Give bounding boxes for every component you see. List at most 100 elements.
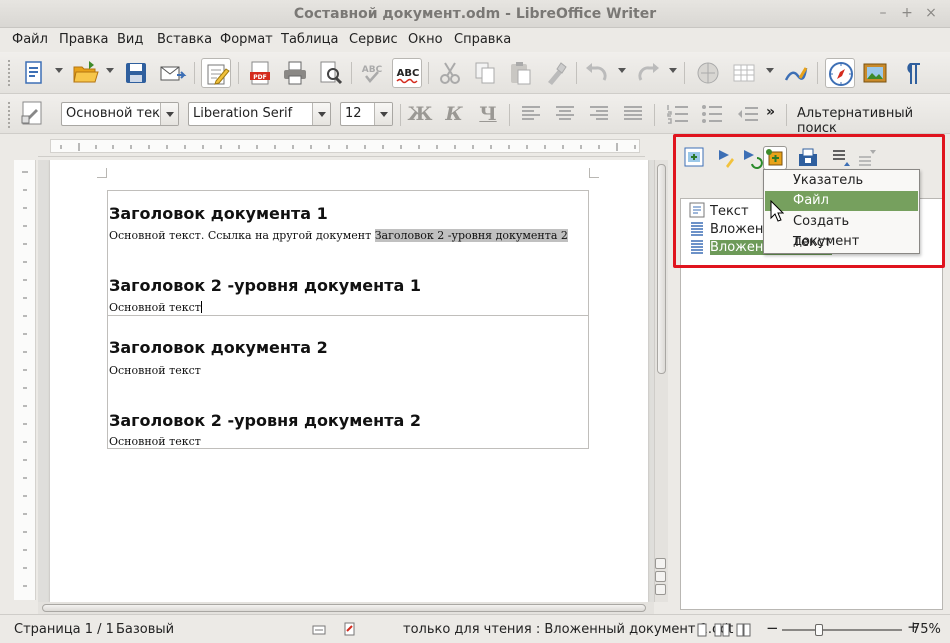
document-page[interactable]: Заголовок документа 1 Основной текст. Сс… <box>50 160 648 602</box>
gallery-icon[interactable] <box>860 58 890 88</box>
font-size-select[interactable]: 12 <box>340 102 393 126</box>
print-preview-icon[interactable] <box>315 58 345 88</box>
save-icon[interactable] <box>121 58 151 88</box>
body-text[interactable]: Основной текст <box>109 301 202 314</box>
copy-icon[interactable] <box>470 58 500 88</box>
edit-icon[interactable] <box>714 146 738 170</box>
zoom-slider[interactable] <box>782 629 902 631</box>
styles-and-formatting-icon[interactable] <box>18 98 48 128</box>
menu-window[interactable]: Окно <box>408 32 443 47</box>
move-up-icon[interactable] <box>829 146 853 170</box>
maximize-button[interactable]: + <box>899 5 915 21</box>
redo-dropdown-icon[interactable] <box>669 68 677 73</box>
undo-icon[interactable] <box>582 58 612 88</box>
navigation-icon[interactable] <box>655 571 666 582</box>
zoom-out-button[interactable]: − <box>766 619 779 637</box>
menu-view[interactable]: Вид <box>117 32 143 47</box>
body-text[interactable]: Основной текст. Ссылка на другой докумен… <box>109 229 568 242</box>
horizontal-scrollbar[interactable] <box>38 602 654 614</box>
undo-dropdown-icon[interactable] <box>618 68 626 73</box>
menu-file[interactable]: Файл <box>12 32 48 47</box>
paste-icon[interactable] <box>505 58 535 88</box>
multi-page-view-icon[interactable] <box>714 623 730 641</box>
align-left-icon[interactable] <box>516 99 546 129</box>
close-button[interactable]: × <box>923 5 939 21</box>
scrollbar-thumb[interactable] <box>42 604 646 612</box>
paragraph-style-select[interactable]: Основной текст <box>61 102 179 126</box>
decrease-indent-icon[interactable] <box>733 99 763 129</box>
print-icon[interactable] <box>280 58 310 88</box>
menu-edit[interactable]: Правка <box>59 32 108 47</box>
section-document-1[interactable]: Заголовок документа 1 Основной текст. Сс… <box>107 190 589 316</box>
update-icon[interactable] <box>739 146 763 170</box>
export-pdf-icon[interactable]: PDF <box>245 58 275 88</box>
cross-reference-link[interactable]: Заголовок 2 -уровня документа 2 <box>374 229 568 242</box>
page-style[interactable]: Базовый <box>116 622 174 637</box>
more-tools-button[interactable]: » <box>766 104 775 120</box>
toolbar-grip[interactable] <box>8 60 12 86</box>
table-icon[interactable] <box>729 58 759 88</box>
numbering-icon[interactable] <box>663 99 693 129</box>
toolbar-grip[interactable] <box>8 102 12 128</box>
page-count[interactable]: Страница 1 / 1 <box>14 622 114 637</box>
table-dropdown-icon[interactable] <box>766 68 774 73</box>
menu-help[interactable]: Справка <box>454 32 511 47</box>
open-dropdown-icon[interactable] <box>106 68 114 73</box>
chevron-down-icon[interactable] <box>160 103 178 125</box>
justify-icon[interactable] <box>618 99 648 129</box>
menu-item-index[interactable]: Указатель <box>765 171 918 191</box>
edit-mode-icon[interactable] <box>201 58 231 88</box>
menu-item-text[interactable]: Текст <box>765 233 918 253</box>
vertical-scrollbar[interactable] <box>654 160 668 602</box>
bold-button[interactable]: Ж <box>407 102 433 126</box>
menu-item-file[interactable]: Файл <box>765 191 918 211</box>
navigator-tree[interactable]: Текст Вложенн Вложенн <box>680 198 943 610</box>
previous-page-icon[interactable] <box>655 558 666 569</box>
zoom-slider-handle[interactable] <box>815 624 823 636</box>
menu-format[interactable]: Формат <box>220 32 273 47</box>
italic-button[interactable]: К <box>441 102 467 126</box>
toggle-icon[interactable] <box>683 146 707 170</box>
next-page-icon[interactable] <box>655 584 666 595</box>
list-item[interactable]: Вложенн <box>689 220 772 238</box>
spellcheck-icon[interactable]: ABC <box>357 58 387 88</box>
single-page-view-icon[interactable] <box>696 623 708 641</box>
align-right-icon[interactable] <box>584 99 614 129</box>
clone-formatting-icon[interactable] <box>540 58 570 88</box>
auto-spellcheck-icon[interactable]: ABC <box>392 58 422 88</box>
document-modified-icon[interactable] <box>344 622 356 640</box>
email-icon[interactable] <box>157 58 187 88</box>
alternative-search-label[interactable]: Альтернативный поиск <box>797 106 950 136</box>
section-document-2[interactable]: Заголовок документа 2 Основной текст Заг… <box>107 315 589 449</box>
open-folder-icon[interactable] <box>70 58 100 88</box>
redo-icon[interactable] <box>633 58 663 88</box>
chevron-down-icon[interactable] <box>374 103 392 125</box>
menu-tools[interactable]: Сервис <box>349 32 398 47</box>
body-text[interactable]: Основной текст <box>109 435 201 448</box>
move-down-icon[interactable] <box>855 146 879 170</box>
heading-1[interactable]: Заголовок документа 1 <box>109 204 328 223</box>
navigator-icon[interactable] <box>825 58 855 88</box>
menu-item-new-document[interactable]: Создать документ <box>765 212 918 249</box>
underline-button[interactable]: Ч <box>475 102 501 126</box>
hyperlink-icon[interactable] <box>693 58 723 88</box>
list-item[interactable]: Текст <box>689 202 749 220</box>
heading-2[interactable]: Заголовок 2 -уровня документа 1 <box>109 276 421 295</box>
vertical-ruler[interactable] <box>14 160 36 600</box>
new-dropdown-icon[interactable] <box>55 68 63 73</box>
new-document-icon[interactable] <box>18 58 48 88</box>
font-name-select[interactable]: Liberation Serif <box>188 102 331 126</box>
heading-1[interactable]: Заголовок документа 2 <box>109 338 328 357</box>
zoom-level[interactable]: 75% <box>912 622 941 637</box>
insert-mode-icon[interactable] <box>312 624 326 639</box>
align-center-icon[interactable] <box>550 99 580 129</box>
horizontal-ruler[interactable] <box>38 135 645 157</box>
formatting-marks-icon[interactable] <box>895 58 925 88</box>
book-view-icon[interactable] <box>736 623 752 641</box>
menu-table[interactable]: Таблица <box>281 32 339 47</box>
menu-insert[interactable]: Вставка <box>157 32 212 47</box>
chevron-down-icon[interactable] <box>312 103 330 125</box>
body-text[interactable]: Основной текст <box>109 364 201 377</box>
scrollbar-thumb[interactable] <box>657 164 666 374</box>
save-contents-icon[interactable] <box>796 146 820 170</box>
